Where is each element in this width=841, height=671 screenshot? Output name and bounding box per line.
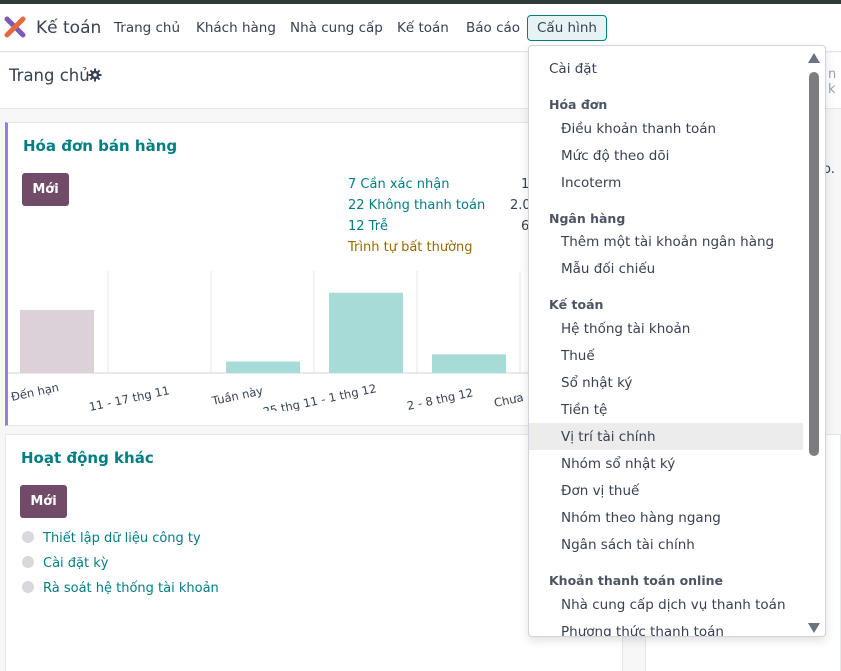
invoice-bar-chart[interactable]: Đến hạn 11 - 17 thg 11 Tuần này25 thg 11 -… — [8, 271, 545, 411]
scroll-down-arrow-icon[interactable] — [807, 622, 821, 634]
menu-taxes[interactable]: Thuế — [561, 348, 595, 364]
menu-journal-groups[interactable]: Nhóm sổ nhật ký — [561, 456, 675, 472]
chart-tick-label: 25 thg 11 - 1 thg 12 — [262, 381, 378, 411]
activity-company-data[interactable]: Thiết lập dữ liệu công ty — [22, 531, 201, 546]
chart-bar[interactable] — [329, 292, 403, 373]
section-header-online-payments: Khoản thanh toán online — [549, 573, 723, 588]
menu-budgets[interactable]: Ngân sách tài chính — [561, 537, 695, 553]
menu-payment-providers[interactable]: Nhà cung cấp dịch vụ thanh toán — [561, 597, 786, 613]
menu-reconciliation-models[interactable]: Mẫu đối chiếu — [561, 261, 655, 277]
gear-icon[interactable] — [88, 68, 102, 82]
status-dot-icon — [22, 556, 34, 568]
menu-reporting[interactable]: Báo cáo — [466, 20, 520, 36]
new-activity-button[interactable]: Mới — [20, 485, 67, 518]
menu-vendors[interactable]: Nhà cung cấp — [290, 20, 383, 36]
stat-unpaid[interactable]: 22 Không thanh toán — [348, 198, 485, 213]
section-header-accounting: Kế toán — [549, 297, 604, 312]
chart-tick-label: 2 - 8 thg 12 — [406, 385, 475, 411]
chart-bar[interactable] — [226, 361, 300, 373]
activity-fiscal-period[interactable]: Cài đặt kỳ — [22, 556, 108, 571]
activity-label: Cài đặt kỳ — [43, 556, 109, 571]
card-title[interactable]: Hóa đơn bán hàng — [23, 137, 177, 155]
menu-chart-of-accounts[interactable]: Hệ thống tài khoản — [561, 321, 690, 337]
menu-payment-methods[interactable]: Phương thức thanh toán — [561, 624, 724, 636]
app-logo-icon[interactable] — [4, 16, 26, 38]
menu-incoterms[interactable]: Incoterm — [561, 175, 621, 191]
activity-label: Rà soát hệ thống tài khoản — [43, 581, 219, 596]
app-name[interactable]: Kế toán — [36, 18, 101, 38]
menu-add-bank-account[interactable]: Thêm một tài khoản ngân hàng — [561, 234, 774, 250]
scroll-up-arrow-icon[interactable] — [807, 52, 821, 64]
menu-horizontal-groups[interactable]: Nhóm theo hàng ngang — [561, 510, 721, 526]
menu-payment-terms[interactable]: Điều khoản thanh toán — [561, 121, 716, 137]
card-title[interactable]: Hoạt động khác — [21, 449, 154, 467]
section-header-invoices: Hóa đơn — [549, 97, 608, 112]
chart-tick-label: Đến hạn — [10, 380, 60, 404]
search-input-fragment[interactable]: n k — [828, 67, 841, 97]
chart-tick-label: Chưa — [493, 390, 525, 410]
menu-accounting[interactable]: Kế toán — [397, 20, 449, 36]
stat-to-validate[interactable]: 7 Cần xác nhận — [348, 177, 449, 192]
menu-tax-units[interactable]: Đơn vị thuế — [561, 483, 639, 499]
menu-item-label: Vị trí tài chính — [561, 429, 656, 445]
menu-home[interactable]: Trang chủ — [114, 20, 180, 36]
activity-label: Thiết lập dữ liệu công ty — [43, 531, 201, 546]
menu-configuration[interactable]: Cấu hình — [527, 15, 607, 41]
menu-settings[interactable]: Cài đặt — [549, 61, 597, 77]
menu-fiscal-positions[interactable]: Vị trí tài chính — [529, 423, 803, 450]
configuration-dropdown: Cài đặt Hóa đơn Điều khoản thanh toán Mứ… — [528, 45, 826, 637]
page-title: Trang chủ — [9, 66, 90, 85]
chart-tick-label: Tuần này — [210, 383, 265, 408]
menu-currencies[interactable]: Tiền tệ — [561, 402, 607, 418]
scrollbar-thumb[interactable] — [809, 72, 819, 456]
menu-journals[interactable]: Sổ nhật ký — [561, 375, 632, 391]
stat-late[interactable]: 12 Trễ — [348, 219, 388, 234]
menu-follow-up-levels[interactable]: Mức độ theo dõi — [561, 148, 669, 164]
stat-unusual-sequence[interactable]: Trình tự bất thường — [348, 240, 473, 255]
sales-invoices-card: Hóa đơn bán hàng Mới 7 Cần xác nhận 1 22… — [5, 122, 545, 426]
activity-chart-of-accounts[interactable]: Rà soát hệ thống tài khoản — [22, 581, 219, 596]
chart-bar[interactable] — [20, 309, 94, 373]
chart-bar[interactable] — [432, 354, 506, 373]
new-invoice-button[interactable]: Mới — [22, 173, 69, 206]
section-header-bank: Ngân hàng — [549, 211, 626, 226]
menu-customers[interactable]: Khách hàng — [196, 20, 276, 36]
chart-tick-label: 11 - 17 thg 11 — [88, 383, 171, 411]
status-dot-icon — [22, 581, 34, 593]
status-dot-icon — [22, 531, 34, 543]
